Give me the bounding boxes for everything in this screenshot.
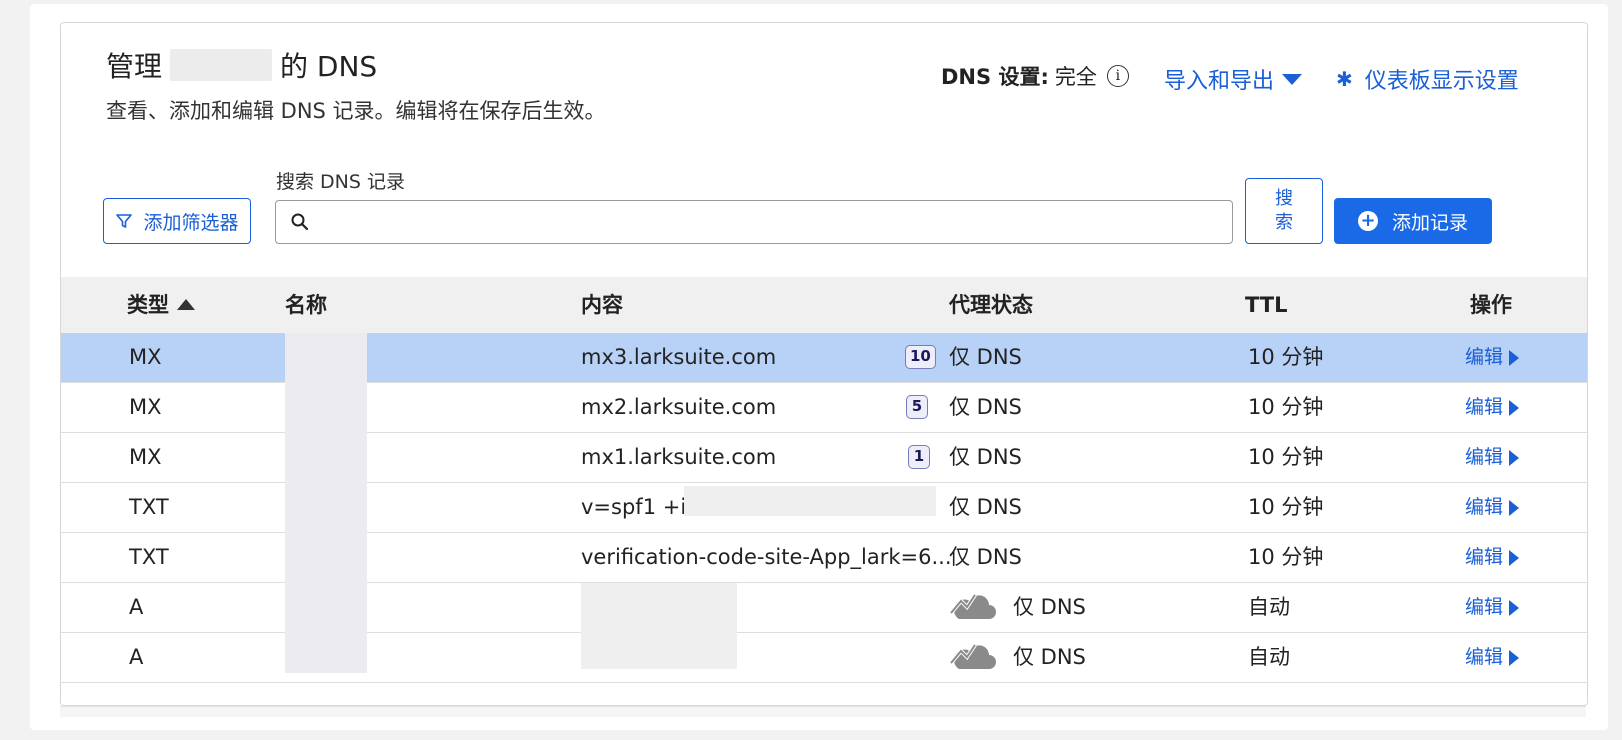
column-header-name[interactable]: 名称 — [285, 277, 327, 333]
edit-button[interactable]: 编辑 — [1465, 583, 1520, 632]
import-export-dropdown[interactable]: 导入和导出 — [1164, 63, 1303, 95]
column-header-content[interactable]: 内容 — [581, 277, 623, 333]
record-ttl: 自动 — [1248, 595, 1290, 619]
proxy-status: 仅 DNS — [949, 545, 1022, 569]
chevron-down-icon — [1282, 73, 1303, 85]
dns-setting-status: DNS 设置: 完全 i — [941, 61, 1129, 91]
record-content: mx1.larksuite.com — [581, 445, 777, 469]
cloud-dns-only-icon — [949, 643, 996, 669]
add-record-label: 添加记录 — [1391, 211, 1468, 234]
add-record-button[interactable]: + 添加记录 — [1334, 198, 1492, 244]
record-type: TXT — [129, 495, 169, 519]
chevron-right-icon — [1509, 599, 1520, 616]
chevron-right-icon — [1509, 499, 1520, 516]
record-ttl: 10 分钟 — [1248, 345, 1324, 369]
search-icon — [291, 213, 309, 231]
priority-badge: 1 — [908, 445, 930, 469]
edit-button[interactable]: 编辑 — [1465, 483, 1520, 532]
sort-ascending-icon — [177, 298, 195, 310]
record-content: mx3.larksuite.com — [581, 345, 777, 369]
edit-label: 编辑 — [1465, 546, 1504, 568]
edit-button[interactable]: 编辑 — [1465, 633, 1520, 682]
dashboard-settings-label: 仪表板显示设置 — [1364, 69, 1519, 94]
edit-button[interactable]: 编辑 — [1465, 383, 1520, 432]
record-type: A — [129, 645, 144, 669]
record-type: MX — [129, 445, 162, 469]
cloud-dns-only-icon — [949, 593, 996, 619]
proxy-status: 仅 DNS — [1013, 645, 1086, 669]
plus-circle-icon: + — [1357, 211, 1378, 231]
title-prefix: 管理 — [106, 50, 163, 83]
record-ttl: 10 分钟 — [1248, 545, 1324, 569]
edit-label: 编辑 — [1465, 446, 1504, 468]
column-header-ttl[interactable]: TTL — [1245, 277, 1288, 333]
edit-button[interactable]: 编辑 — [1465, 533, 1520, 582]
import-export-label: 导入和导出 — [1164, 69, 1275, 94]
search-button[interactable]: 搜 索 — [1245, 178, 1323, 244]
edit-label: 编辑 — [1465, 646, 1504, 668]
search-label: 搜索 DNS 记录 — [276, 171, 405, 193]
chevron-right-icon — [1509, 349, 1520, 366]
proxy-status: 仅 DNS — [949, 395, 1022, 419]
add-filter-button[interactable]: 添加筛选器 — [103, 198, 251, 244]
edit-button[interactable]: 编辑 — [1465, 333, 1520, 382]
priority-badge: 5 — [906, 395, 928, 419]
redacted-content — [684, 486, 936, 516]
proxy-status: 仅 DNS — [1013, 595, 1086, 619]
page-title: 管理 的 DNS — [106, 45, 377, 85]
redacted-names — [285, 333, 367, 673]
record-ttl: 自动 — [1248, 645, 1290, 669]
search-button-line2: 索 — [1275, 212, 1293, 233]
proxy-status: 仅 DNS — [949, 345, 1022, 369]
record-content: mx2.larksuite.com — [581, 395, 777, 419]
search-button-line1: 搜 — [1275, 188, 1293, 209]
chevron-right-icon — [1509, 399, 1520, 416]
column-type-label: 类型 — [127, 293, 169, 317]
gear-icon: ✱ — [1336, 67, 1353, 91]
add-filter-label: 添加筛选器 — [143, 211, 239, 234]
record-type: MX — [129, 345, 162, 369]
record-type: A — [129, 595, 144, 619]
search-field[interactable] — [275, 200, 1233, 244]
search-input[interactable] — [310, 200, 1232, 244]
column-header-actions: 操作 — [1470, 293, 1512, 317]
record-type: TXT — [129, 545, 169, 569]
dns-setting-value: 完全 — [1054, 65, 1097, 89]
record-ttl: 10 分钟 — [1248, 495, 1324, 519]
redacted-domain — [170, 49, 273, 81]
priority-badge: 10 — [905, 345, 936, 369]
table-header: 类型 名称 内容 代理状态 TTL 操作 — [61, 277, 1587, 334]
record-content: verification-code-site-App_lark=6... — [581, 545, 952, 569]
info-icon[interactable]: i — [1106, 65, 1129, 87]
record-ttl: 10 分钟 — [1248, 445, 1324, 469]
redacted-content — [581, 583, 737, 669]
chevron-right-icon — [1509, 649, 1520, 666]
column-header-type[interactable]: 类型 — [127, 277, 195, 333]
dns-setting-label: DNS 设置: — [941, 65, 1049, 89]
proxy-status: 仅 DNS — [949, 495, 1022, 519]
proxy-status: 仅 DNS — [949, 445, 1022, 469]
bottom-edge — [60, 706, 1586, 717]
edit-label: 编辑 — [1465, 496, 1504, 518]
edit-label: 编辑 — [1465, 396, 1504, 418]
record-type: MX — [129, 395, 162, 419]
title-suffix: 的 DNS — [280, 50, 378, 83]
page-subtitle: 查看、添加和编辑 DNS 记录。编辑将在保存后生效。 — [106, 99, 606, 123]
record-content: v=spf1 +i — [581, 495, 687, 519]
edit-label: 编辑 — [1465, 596, 1504, 618]
filter-icon — [116, 214, 133, 228]
column-header-proxy[interactable]: 代理状态 — [949, 277, 1033, 333]
edit-label: 编辑 — [1465, 346, 1504, 368]
chevron-right-icon — [1509, 449, 1520, 466]
dns-management-card: 管理 的 DNS 查看、添加和编辑 DNS 记录。编辑将在保存后生效。 DNS … — [60, 22, 1588, 706]
edit-button[interactable]: 编辑 — [1465, 433, 1520, 482]
chevron-right-icon — [1509, 549, 1520, 566]
record-ttl: 10 分钟 — [1248, 395, 1324, 419]
dashboard-settings-link[interactable]: ✱ 仪表板显示设置 — [1336, 63, 1519, 95]
